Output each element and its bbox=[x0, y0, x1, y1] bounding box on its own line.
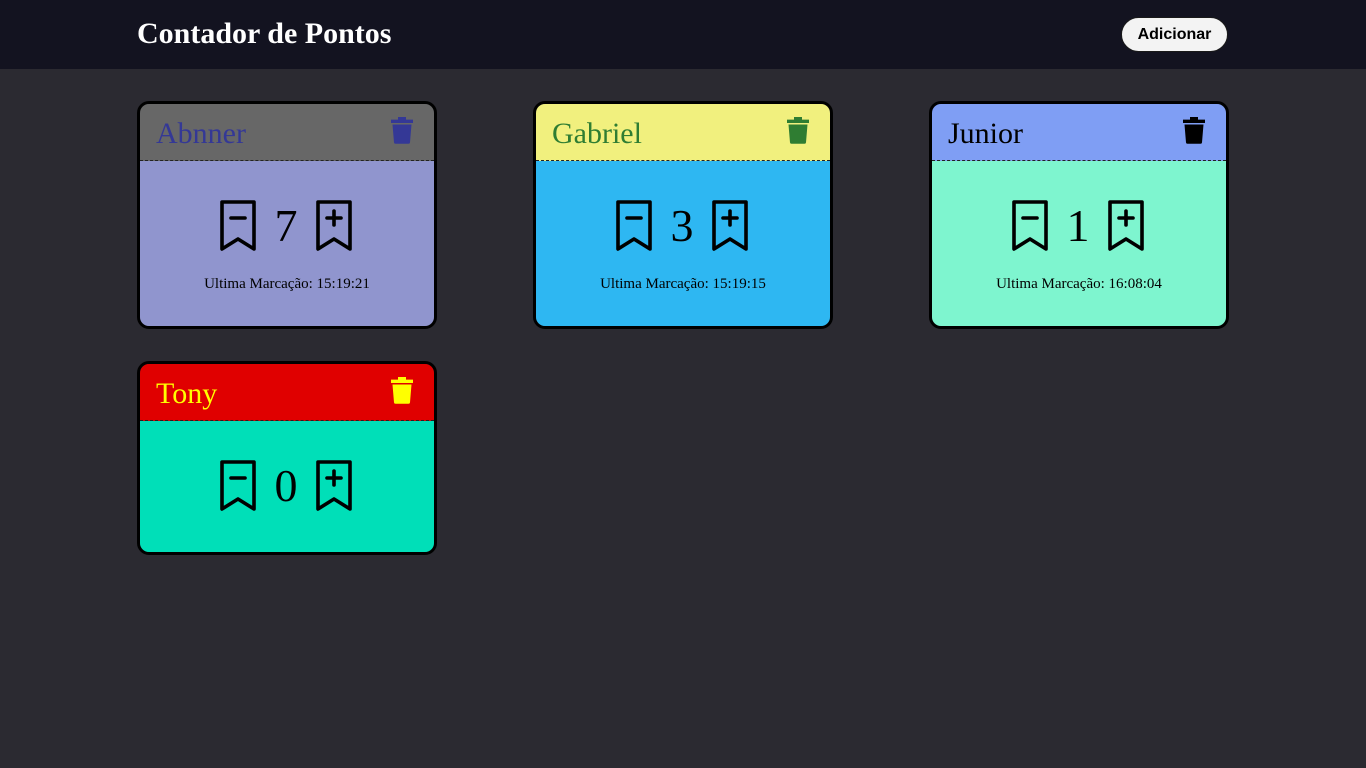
add-button[interactable]: Adicionar bbox=[1121, 17, 1228, 52]
player-card: Tony 0 bbox=[137, 361, 437, 555]
trash-icon[interactable] bbox=[1182, 116, 1206, 144]
bookmark-minus-icon[interactable] bbox=[216, 198, 260, 254]
player-name: Gabriel bbox=[552, 117, 642, 150]
trash-icon[interactable] bbox=[390, 116, 414, 144]
score-value: 3 bbox=[670, 200, 694, 251]
card-body: 0 bbox=[140, 421, 434, 552]
player-name: Abnner bbox=[156, 117, 246, 150]
counter-row: 0 bbox=[140, 458, 434, 514]
player-card: Gabriel 3 Ultima Marcação: 15:19:15 bbox=[533, 101, 833, 329]
bookmark-minus-icon[interactable] bbox=[216, 458, 260, 514]
player-card: Abnner 7 Ultima Marcação: 15:19:21 bbox=[137, 101, 437, 329]
trash-icon[interactable] bbox=[390, 376, 414, 404]
score-value: 1 bbox=[1066, 200, 1090, 251]
bookmark-plus-icon[interactable] bbox=[312, 458, 356, 514]
app-title: Contador de Pontos bbox=[137, 17, 392, 50]
player-card: Junior 1 Ultima Marcação: 16:08:04 bbox=[929, 101, 1229, 329]
trash-icon[interactable] bbox=[786, 116, 810, 144]
last-mark-text: Ultima Marcação: 15:19:15 bbox=[600, 276, 766, 292]
bookmark-plus-icon[interactable] bbox=[708, 198, 752, 254]
counter-row: 7 bbox=[140, 198, 434, 254]
card-body: 1 Ultima Marcação: 16:08:04 bbox=[932, 161, 1226, 326]
player-name: Tony bbox=[156, 377, 218, 410]
card-body: 7 Ultima Marcação: 15:19:21 bbox=[140, 161, 434, 326]
card-header: Gabriel bbox=[536, 104, 830, 161]
bookmark-plus-icon[interactable] bbox=[312, 198, 356, 254]
last-mark-text: Ultima Marcação: 16:08:04 bbox=[996, 276, 1162, 292]
bookmark-plus-icon[interactable] bbox=[1104, 198, 1148, 254]
score-value: 0 bbox=[274, 460, 298, 511]
last-mark-text: Ultima Marcação: 15:19:21 bbox=[204, 276, 370, 292]
counter-row: 3 bbox=[536, 198, 830, 254]
card-body: 3 Ultima Marcação: 15:19:15 bbox=[536, 161, 830, 326]
bookmark-minus-icon[interactable] bbox=[612, 198, 656, 254]
card-header: Abnner bbox=[140, 104, 434, 161]
player-name: Junior bbox=[948, 117, 1023, 150]
card-header: Tony bbox=[140, 364, 434, 421]
score-value: 7 bbox=[274, 200, 298, 251]
bookmark-minus-icon[interactable] bbox=[1008, 198, 1052, 254]
counter-row: 1 bbox=[932, 198, 1226, 254]
top-bar: Contador de Pontos Adicionar bbox=[0, 0, 1366, 69]
card-header: Junior bbox=[932, 104, 1226, 161]
